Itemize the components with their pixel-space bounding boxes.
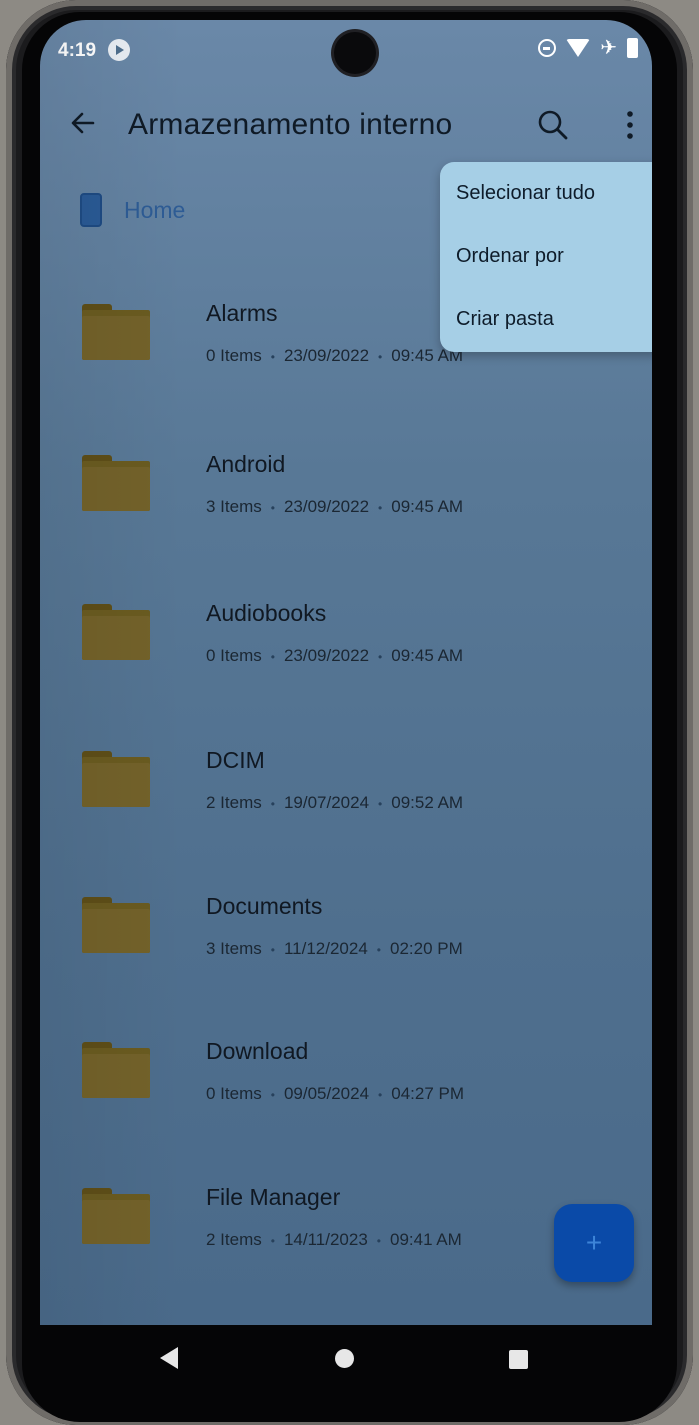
- more-vert-icon[interactable]: [618, 108, 642, 142]
- folder-icon: [82, 304, 150, 360]
- folder-icon: [82, 1188, 150, 1244]
- folder-name: Android: [206, 451, 286, 477]
- system-nav-bar: [40, 1325, 652, 1397]
- folder-icon: [82, 897, 150, 953]
- battery-icon: [627, 38, 638, 58]
- folder-icon: [82, 455, 150, 511]
- search-icon[interactable]: [536, 108, 570, 142]
- media-notification-icon: [108, 39, 130, 61]
- status-icons: ✈: [538, 38, 638, 58]
- overflow-menu: Selecionar tudo Ordenar por Criar pasta: [440, 162, 652, 352]
- airplane-icon: ✈: [600, 37, 617, 59]
- folder-meta: 0 Items • 23/09/2022 • 09:45 AM: [206, 646, 464, 665]
- menu-item-select-all[interactable]: Selecionar tudo: [456, 182, 595, 205]
- folder-icon: [82, 604, 150, 660]
- folder-name: Audiobooks: [206, 600, 327, 626]
- back-icon[interactable]: [66, 106, 100, 140]
- list-item[interactable]: Download 0 Items • 09/05/2024 • 04:27 PM: [40, 1038, 652, 1182]
- list-item[interactable]: Android 3 Items • 23/09/2022 • 09:45 AM: [40, 451, 652, 595]
- folder-meta: 3 Items • 11/12/2024 • 02:20 PM: [206, 939, 463, 958]
- folder-name: Alarms: [206, 300, 278, 326]
- folder-meta: 0 Items • 23/09/2022 • 09:45 AM: [206, 346, 464, 365]
- folder-icon: [82, 751, 150, 807]
- list-item[interactable]: Documents 3 Items • 11/12/2024 • 02:20 PM: [40, 893, 652, 1037]
- nav-home-icon[interactable]: [335, 1349, 354, 1368]
- folder-meta: 2 Items • 19/07/2024 • 09:52 AM: [206, 793, 464, 812]
- folder-meta: 3 Items • 23/09/2022 • 09:45 AM: [206, 497, 464, 516]
- breadcrumb[interactable]: Home: [80, 190, 185, 230]
- menu-item-sort-by[interactable]: Ordenar por: [456, 245, 564, 268]
- do-not-disturb-icon: [538, 39, 557, 57]
- front-camera: [334, 32, 376, 74]
- list-item[interactable]: Audiobooks 0 Items • 23/09/2022 • 09:45 AM: [40, 600, 652, 744]
- screen: 4:19 ✈ Armazenamento interno Home Alarms: [40, 20, 652, 1325]
- app-bar: Armazenamento interno: [40, 98, 652, 158]
- folder-name: Documents: [206, 893, 323, 919]
- folder-meta: 2 Items • 14/11/2023 • 09:41 AM: [206, 1230, 462, 1249]
- wifi-icon: [566, 39, 591, 57]
- folder-icon: [82, 1042, 150, 1098]
- phone-storage-icon: [80, 193, 102, 227]
- folder-name: Download: [206, 1038, 309, 1064]
- folder-meta: 0 Items • 09/05/2024 • 04:27 PM: [206, 1084, 465, 1103]
- add-fab-button[interactable]: +: [554, 1204, 634, 1282]
- page-title: Armazenamento interno: [128, 108, 453, 141]
- status-time: 4:19: [58, 40, 97, 61]
- folder-name: File Manager: [206, 1184, 341, 1210]
- nav-back-icon[interactable]: [160, 1347, 178, 1369]
- breadcrumb-home[interactable]: Home: [124, 197, 185, 224]
- menu-item-create-folder[interactable]: Criar pasta: [456, 308, 554, 331]
- nav-recents-icon[interactable]: [509, 1350, 528, 1369]
- folder-name: DCIM: [206, 747, 265, 773]
- list-item[interactable]: DCIM 2 Items • 19/07/2024 • 09:52 AM: [40, 747, 652, 891]
